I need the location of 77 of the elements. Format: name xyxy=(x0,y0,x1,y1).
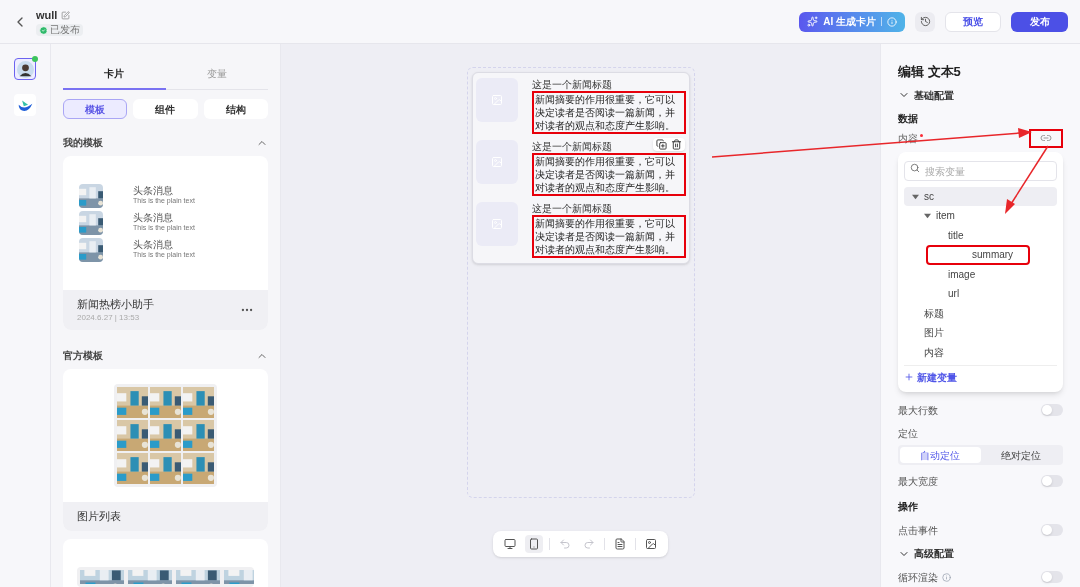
toggle-switch[interactable] xyxy=(1041,404,1063,416)
search-icon xyxy=(910,162,920,173)
template-name: 新闻热榜小助手 xyxy=(77,296,154,312)
check-icon xyxy=(39,25,48,35)
avatar-icon xyxy=(16,60,34,78)
duplicate-icon[interactable] xyxy=(655,139,667,150)
template-card[interactable] xyxy=(63,539,268,587)
news-title: 这是一个新闻标题 xyxy=(531,202,612,215)
phone-icon xyxy=(528,538,540,550)
required-mark-icon xyxy=(920,133,923,137)
link-icon xyxy=(1040,132,1052,144)
redo-icon xyxy=(583,538,595,550)
category-tab[interactable]: 结构 xyxy=(203,99,268,119)
info-icon xyxy=(942,572,951,582)
search-field[interactable]: 搜索变量 xyxy=(904,161,1057,181)
toggle-switch[interactable] xyxy=(1041,524,1063,536)
tree-item[interactable]: url xyxy=(904,284,1057,304)
setting-label: 最大行数 xyxy=(898,403,938,418)
info-icon xyxy=(887,16,897,27)
tree-item[interactable]: summary xyxy=(926,245,1030,265)
publish-button[interactable]: 发布 xyxy=(1011,11,1068,32)
tree-item[interactable]: item xyxy=(904,206,1057,226)
field-label: 内容 xyxy=(898,131,918,146)
section-header[interactable]: 官方模板 xyxy=(63,348,268,363)
preview-button[interactable]: 预览 xyxy=(945,11,1001,32)
category-tab[interactable]: 组件 xyxy=(133,99,198,119)
tree-item[interactable]: sc xyxy=(904,186,1057,206)
setting-label: 定位 xyxy=(898,427,919,441)
panel-tab[interactable]: 卡片 xyxy=(63,58,166,90)
preview-title: 头条消息 xyxy=(133,185,174,197)
preview-title: 头条消息 xyxy=(133,239,174,251)
toggle-switch[interactable] xyxy=(1041,475,1063,487)
tree-item[interactable]: 内容 xyxy=(904,342,1057,362)
bind-variable-button[interactable] xyxy=(1029,128,1063,148)
section-toggle[interactable]: 基础配置 xyxy=(898,87,954,103)
news-title: 这是一个新闻标题 xyxy=(531,78,612,91)
news-summary[interactable]: 新闻摘要的作用很重要，它可以决定读者是否阅读一篇新闻，并对读者的观点和态度产生影响。 xyxy=(531,91,686,134)
segment-option[interactable]: 自动定位 xyxy=(900,447,981,463)
caret-icon xyxy=(912,192,919,200)
tree-item[interactable]: image xyxy=(904,264,1057,284)
document-icon xyxy=(614,538,626,550)
sparkle-icon xyxy=(807,16,819,27)
tree-item[interactable]: 图片 xyxy=(904,323,1057,343)
template-card[interactable]: 图片列表 xyxy=(63,369,268,531)
toggle-switch[interactable] xyxy=(1041,571,1063,583)
history-button[interactable] xyxy=(915,11,935,32)
plus-icon xyxy=(904,372,914,382)
history-icon xyxy=(919,16,931,27)
avatar-button[interactable] xyxy=(14,58,36,80)
mobile-view-button[interactable] xyxy=(525,535,543,553)
image-icon xyxy=(645,538,657,550)
tree-item[interactable]: 标题 xyxy=(904,303,1057,323)
group-heading: 数据 xyxy=(898,111,919,126)
caret-icon xyxy=(924,212,931,220)
group-heading: 操作 xyxy=(898,500,919,514)
status-badge: 已发布 xyxy=(36,24,83,37)
section-header[interactable]: 我的模板 xyxy=(63,135,268,150)
logo-button[interactable] xyxy=(14,94,36,116)
segment-option[interactable]: 绝对定位 xyxy=(980,447,1061,463)
app-title: wull xyxy=(36,7,58,23)
setting-label: 点击事件 xyxy=(898,523,938,538)
tree-item[interactable]: title xyxy=(904,225,1057,245)
delete-icon[interactable] xyxy=(670,139,682,150)
setting-label: 最大宽度 xyxy=(898,474,938,489)
news-summary[interactable]: 新闻摘要的作用很重要，它可以决定读者是否阅读一篇新闻，并对读者的观点和态度产生影响。 xyxy=(531,153,686,196)
undo-icon xyxy=(559,538,571,550)
template-date: 2024.6.27 | 13:53 xyxy=(77,312,141,325)
news-summary[interactable]: 新闻摘要的作用很重要，它可以决定读者是否阅读一篇新闻，并对读者的观点和态度产生影响。 xyxy=(531,215,686,258)
news-title: 这是一个新闻标题 xyxy=(531,140,612,153)
panel-title: 编辑 文本5 xyxy=(898,63,962,81)
template-name: 图片列表 xyxy=(77,509,121,525)
preview-title: 头条消息 xyxy=(133,212,174,224)
setting-label: 循环渲染 xyxy=(898,570,938,585)
category-tab[interactable]: 模板 xyxy=(63,99,128,119)
section-toggle[interactable]: 高级配置 xyxy=(898,546,954,561)
monitor-icon xyxy=(504,538,516,550)
new-variable-button[interactable]: 新建变量 xyxy=(904,368,957,386)
